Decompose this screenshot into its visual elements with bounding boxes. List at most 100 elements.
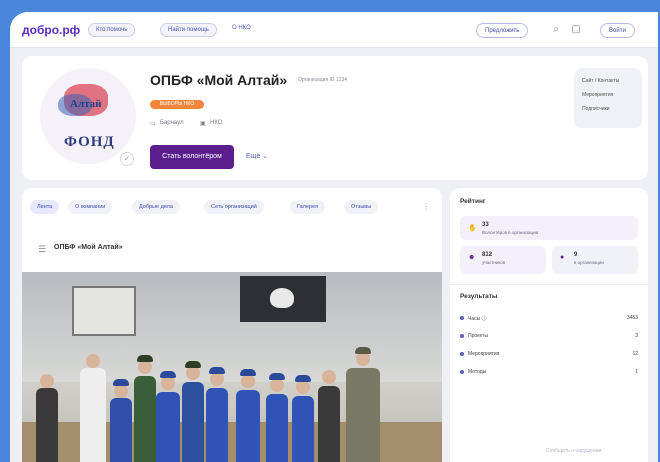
result-value: 12 — [632, 351, 638, 357]
create-button[interactable]: Предложить — [476, 23, 529, 38]
star-icon: ● — [560, 254, 565, 261]
photo-cap — [355, 347, 371, 354]
photo-cap — [160, 371, 176, 378]
join-button[interactable]: Стать волонтёром — [150, 145, 234, 169]
photo-person-head — [270, 378, 284, 392]
photo-person — [206, 388, 228, 462]
photo-person-head — [138, 360, 152, 374]
photo-cap — [209, 367, 225, 374]
report-link[interactable]: Сообщить о нарушении — [546, 448, 601, 454]
bullet-icon — [460, 370, 464, 374]
photo-person — [236, 390, 260, 462]
stat-label: в организации — [574, 260, 604, 265]
photo-person-head — [210, 372, 224, 386]
result-label: Мероприятия — [468, 351, 500, 357]
photo-person — [110, 398, 132, 462]
hand-icon: ✋ — [468, 225, 477, 232]
photo-person — [182, 382, 204, 462]
photo-person — [318, 386, 340, 462]
bookmark-icon[interactable]: ▢ — [570, 24, 582, 36]
photo-person-head — [40, 374, 54, 388]
photo-person — [80, 368, 106, 462]
location-icon: ▭ — [150, 121, 156, 127]
bullet-icon — [460, 316, 464, 320]
more-dropdown[interactable]: Ещё ⌄ — [246, 152, 268, 160]
nav-link-nko[interactable]: О НКО — [232, 25, 251, 31]
bullet-icon — [460, 352, 464, 356]
verified-badge-icon: ✓ — [120, 152, 134, 166]
photo-person-head — [296, 380, 310, 394]
people-icon: ☻ — [468, 254, 476, 261]
photo-person — [134, 376, 156, 462]
photo-cap — [240, 369, 256, 376]
stat-value: 33 — [482, 222, 489, 228]
page-title: ОПБФ «Мой Алтай» — [150, 72, 288, 88]
photo-banner — [240, 276, 326, 322]
photo-person-head — [161, 376, 175, 390]
logo-text-bottom: ФОНД — [64, 134, 115, 150]
photo-person — [292, 396, 314, 462]
nav-pill-help[interactable]: Кто помочь — [88, 23, 136, 37]
result-label: Методы — [468, 369, 487, 375]
organization-profile-card: Алтай ФОНД ✓ ОПБФ «Мой Алтай» Организаци… — [22, 56, 648, 180]
stat-card-organization[interactable]: ● 9 в организации — [552, 246, 638, 274]
location-text: Барнаул — [160, 120, 184, 126]
list-item: Часы ⓘ 3453 — [460, 315, 638, 325]
login-button[interactable]: Войти — [600, 23, 635, 38]
photo-person — [156, 392, 180, 462]
post-photo[interactable] — [22, 272, 442, 462]
tabs-more-icon[interactable]: ⋮ — [422, 202, 430, 211]
feed-panel: Лента О компании Добрые дела Сеть органи… — [22, 188, 442, 462]
logo-text-top: Алтай — [70, 98, 102, 110]
result-value: 3453 — [626, 315, 638, 321]
photo-cap — [137, 355, 153, 362]
photo-person — [266, 394, 288, 462]
photo-person-head — [86, 354, 100, 368]
results-panel: Результаты Часы ⓘ 3453 Проекты 3 Меропри… — [450, 284, 648, 462]
contacts-item[interactable]: Подписчики — [582, 106, 610, 112]
post-author-icon: ☰ — [38, 244, 47, 254]
photo-basketball-board — [72, 286, 136, 336]
post-author[interactable]: ОПБФ «Мой Алтай» — [54, 244, 123, 251]
list-item: Методы 1 — [460, 369, 638, 379]
app-window: добро.рф Кто помочь Найти помощь О НКО П… — [10, 12, 658, 462]
nav-pill-find-help[interactable]: Найти помощь — [160, 23, 217, 37]
result-value: 3 — [635, 333, 638, 339]
tab-good-deeds[interactable]: Добрые дела — [132, 200, 180, 214]
contacts-item[interactable]: Мероприятия — [582, 92, 613, 98]
organization-subtitle: Организация ID 1234 — [298, 77, 348, 83]
tab-about[interactable]: О компании — [68, 200, 113, 214]
rating-title: Рейтинг — [460, 198, 486, 205]
stat-card-volunteers[interactable]: ✋ 33 Волонтёров в организации — [460, 216, 638, 240]
photo-cap — [113, 379, 129, 386]
contacts-item[interactable]: Сайт / Контакты — [582, 78, 619, 84]
photo-cap — [269, 373, 285, 380]
more-label: Ещё — [246, 153, 261, 160]
organization-logo: Алтай ФОНД — [40, 68, 136, 164]
list-item: Мероприятия 12 — [460, 351, 638, 361]
results-title: Результаты — [460, 293, 498, 300]
photo-cap — [185, 361, 201, 368]
stat-value: 9 — [574, 252, 578, 258]
tab-feed[interactable]: Лента — [30, 200, 60, 214]
photo-person — [36, 388, 58, 462]
result-label: Проекты — [468, 333, 489, 339]
category-text: НКО — [210, 120, 223, 126]
search-icon[interactable]: ⌕ — [550, 24, 562, 36]
photo-person-head — [241, 374, 255, 388]
result-label: Часы ⓘ — [468, 316, 487, 322]
site-logo[interactable]: добро.рф — [22, 23, 80, 37]
category-icon: ▣ — [200, 121, 206, 127]
tab-reviews[interactable]: Отзывы — [344, 200, 379, 214]
stat-label: Волонтёров в организации — [482, 230, 539, 235]
photo-person-head — [114, 384, 128, 398]
tab-gallery[interactable]: Галерея — [290, 200, 326, 214]
stat-value: 812 — [482, 252, 493, 258]
tab-network[interactable]: Сеть организаций — [204, 200, 264, 214]
stat-card-participants[interactable]: ☻ 812 участников — [460, 246, 546, 274]
photo-person-head — [322, 370, 336, 384]
top-navigation: добро.рф Кто помочь Найти помощь О НКО П… — [10, 12, 658, 48]
contacts-panel: Сайт / Контакты Мероприятия Подписчики — [574, 68, 642, 128]
photo-person — [346, 368, 380, 462]
result-value: 1 — [635, 369, 638, 375]
